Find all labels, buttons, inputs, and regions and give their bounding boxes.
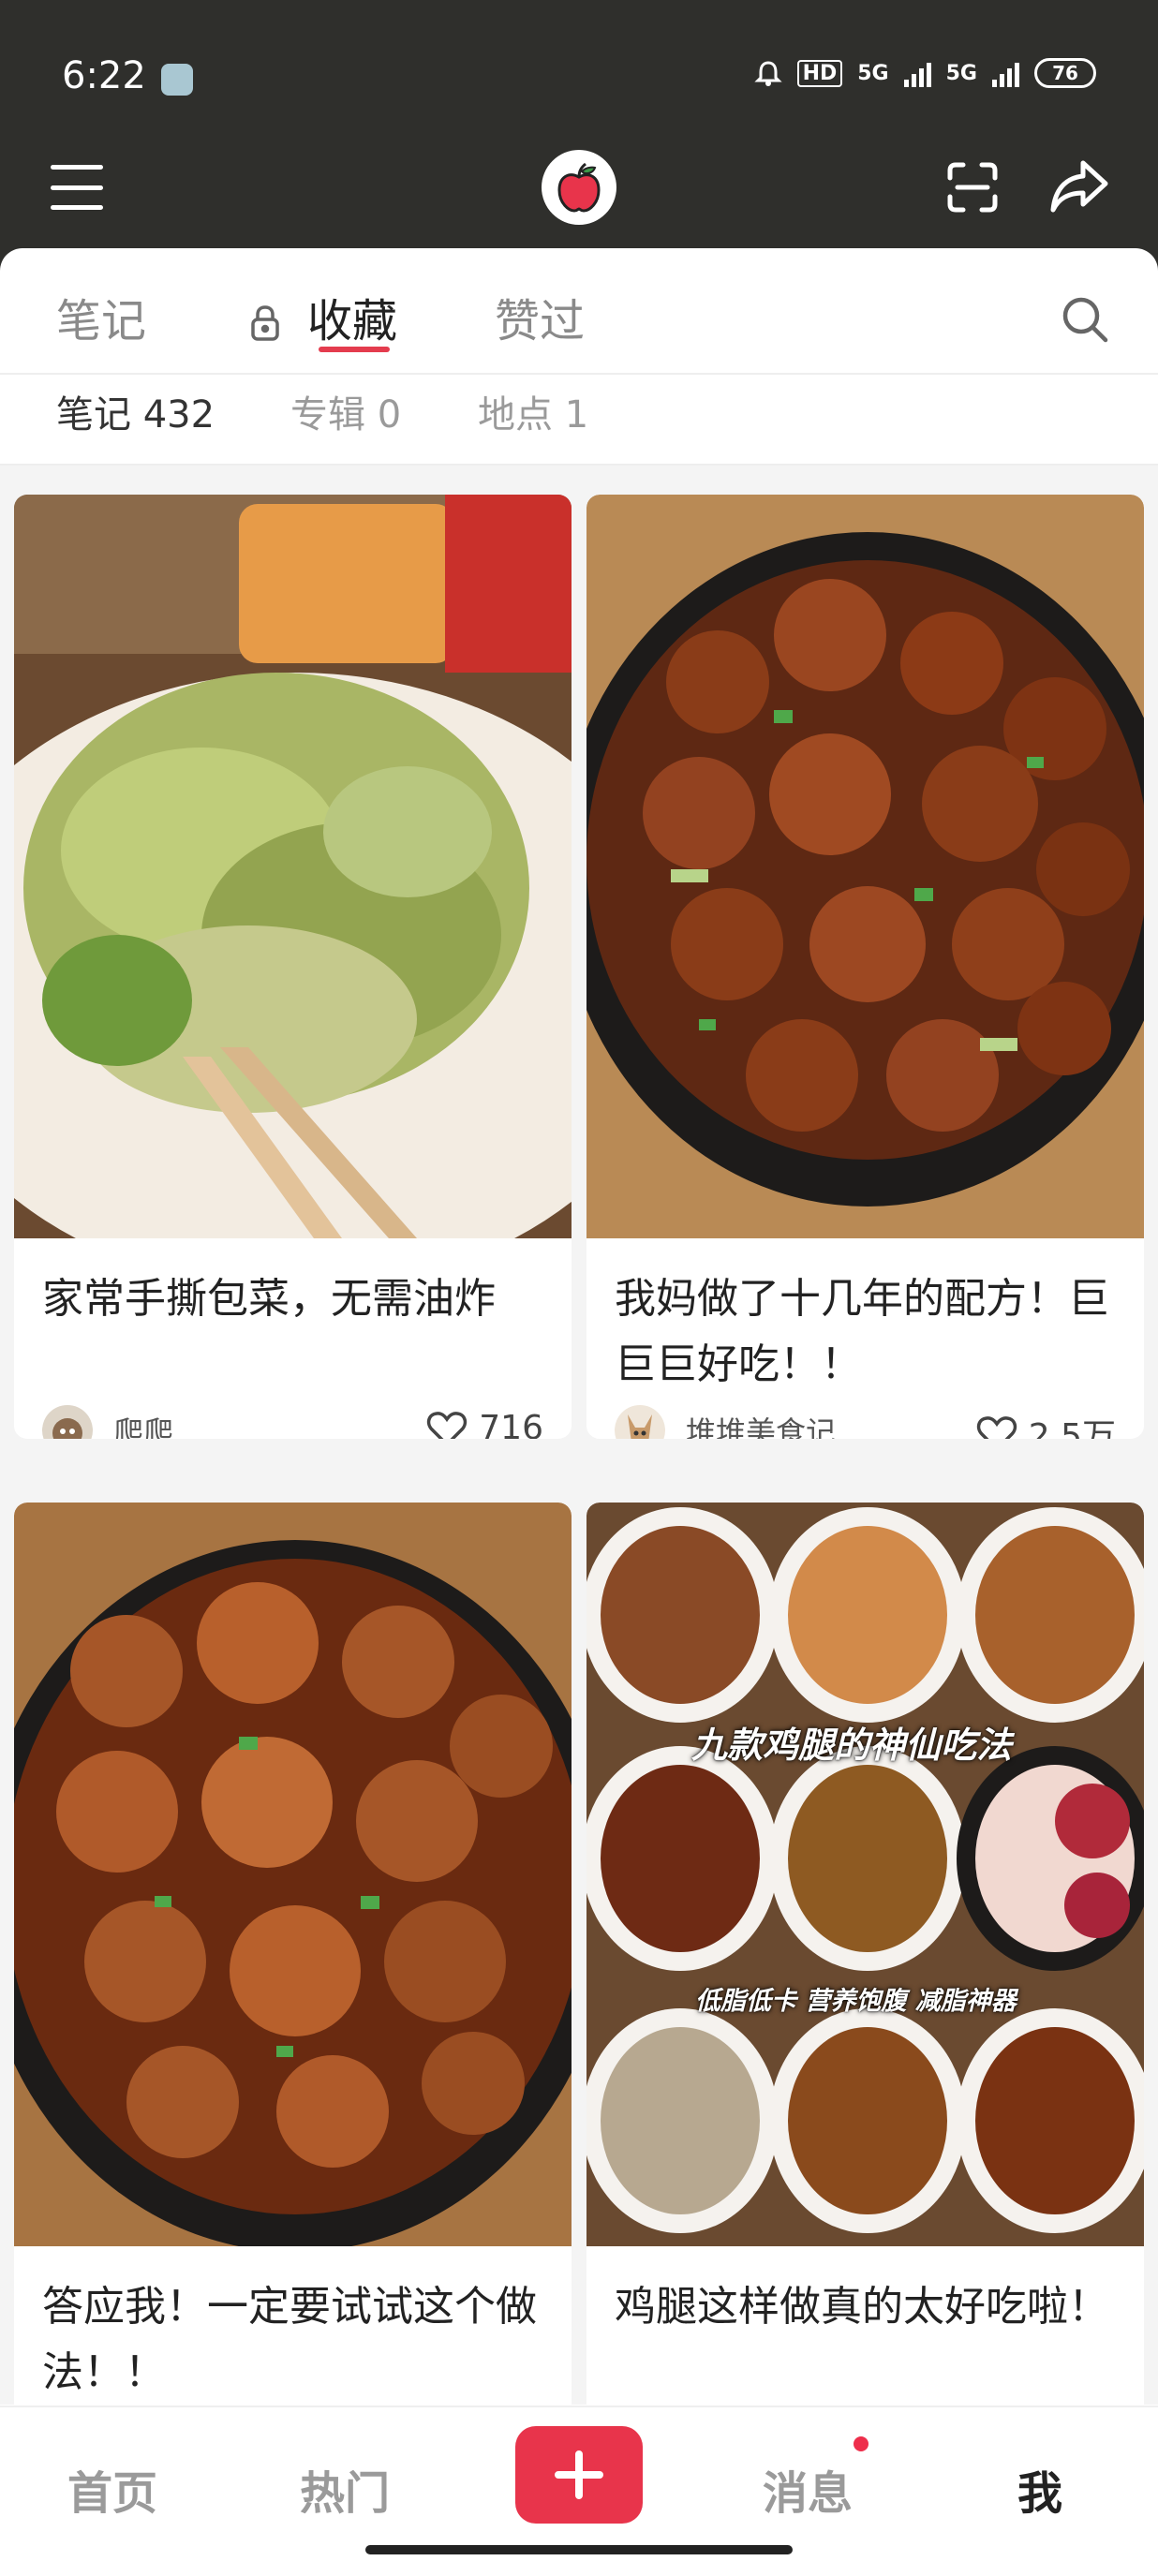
heart-icon	[976, 1416, 1017, 1439]
like-count: 2.5万	[1028, 1417, 1116, 1439]
note-title: 鸡腿这样做真的太好吃啦！	[615, 2283, 1109, 2331]
tab-collections[interactable]: 收藏	[307, 284, 397, 349]
scan-icon[interactable]	[944, 159, 1001, 219]
search-icon[interactable]	[1059, 293, 1111, 346]
battery-icon: 76	[1034, 58, 1096, 88]
signal-icon-2	[992, 59, 1019, 87]
lock-icon	[251, 305, 279, 341]
note-card[interactable]: 答应我！一定要试试这个做法！！	[14, 1503, 572, 2421]
image-overlay-subtitle: 低脂低卡 营养饱腹 减脂神器	[695, 1987, 1017, 2016]
note-author[interactable]: 爬爬	[42, 1405, 173, 1439]
status-time: 6:22	[62, 54, 146, 97]
hamburger-menu-icon[interactable]	[51, 165, 103, 210]
apple-avatar-icon[interactable]	[542, 150, 616, 225]
nav-messages[interactable]: 消息	[763, 2456, 853, 2522]
nav-home[interactable]: 首页	[67, 2456, 157, 2522]
tab-notes[interactable]: 笔记	[56, 284, 146, 349]
subtab-albums[interactable]: 专辑 0	[290, 384, 401, 438]
author-name: 爬爬	[113, 1414, 174, 1439]
note-card[interactable]: 九款鸡腿的神仙吃法 低脂低卡 营养饱腹 减脂神器 鸡腿这样做真的太好吃啦！	[586, 1503, 1144, 2421]
subtab-notes[interactable]: 笔记 432	[56, 384, 215, 438]
note-title: 答应我！一定要试试这个做法！！	[42, 2283, 537, 2396]
status-bar: 6:22 HD 5G 5G 76	[0, 0, 1158, 141]
status-notification-icon	[161, 64, 193, 96]
like-button[interactable]: 716	[426, 1409, 543, 1439]
avatar	[42, 1405, 93, 1439]
hd-badge: HD	[796, 59, 843, 87]
home-indicator	[365, 2545, 793, 2554]
note-card[interactable]: 家常手撕包菜，无需油炸 爬爬 716	[14, 495, 572, 1439]
like-button[interactable]: 2.5万	[976, 1409, 1116, 1439]
nav-trending[interactable]: 热门	[300, 2456, 390, 2522]
nav-me[interactable]: 我	[1017, 2456, 1062, 2522]
image-overlay-title: 九款鸡腿的神仙吃法	[691, 1725, 1013, 1766]
status-indicators: HD 5G 5G 76	[753, 58, 1096, 88]
notification-dot	[851, 2434, 871, 2454]
tab-bar: 笔记 收藏 赞过	[0, 248, 1158, 375]
author-name: 堆堆美食记	[686, 1414, 837, 1439]
signal-icon	[903, 59, 931, 87]
network-5g-label: 5G	[857, 61, 889, 85]
share-arrow-icon[interactable]	[1049, 157, 1109, 217]
avatar	[615, 1405, 665, 1439]
note-title: 我妈做了十几年的配方！巨巨巨好吃！！	[615, 1275, 1109, 1388]
note-image-cabbage	[14, 495, 572, 1238]
active-tab-indicator	[319, 347, 390, 352]
subtab-bar: 笔记 432 专辑 0 地点 1	[0, 375, 1158, 464]
note-author[interactable]: 堆堆美食记	[615, 1405, 836, 1439]
network-5g-label-2: 5G	[945, 61, 977, 85]
like-count: 716	[479, 1409, 543, 1439]
subtab-places[interactable]: 地点 1	[478, 384, 588, 438]
note-image-chicken-collage: 九款鸡腿的神仙吃法 低脂低卡 营养饱腹 减脂神器	[586, 1503, 1144, 2246]
note-image-glazed-chicken	[14, 1503, 572, 2246]
heart-icon	[427, 1411, 468, 1439]
note-image-chicken	[586, 495, 1144, 1238]
add-post-button[interactable]	[515, 2426, 643, 2524]
tab-liked[interactable]: 赞过	[495, 284, 585, 349]
plus-icon	[555, 2450, 603, 2499]
note-title: 家常手撕包菜，无需油炸	[42, 1275, 496, 1323]
alarm-icon	[753, 61, 782, 86]
note-card[interactable]: 我妈做了十几年的配方！巨巨巨好吃！！ 堆堆美食记 2.5万	[586, 495, 1144, 1439]
